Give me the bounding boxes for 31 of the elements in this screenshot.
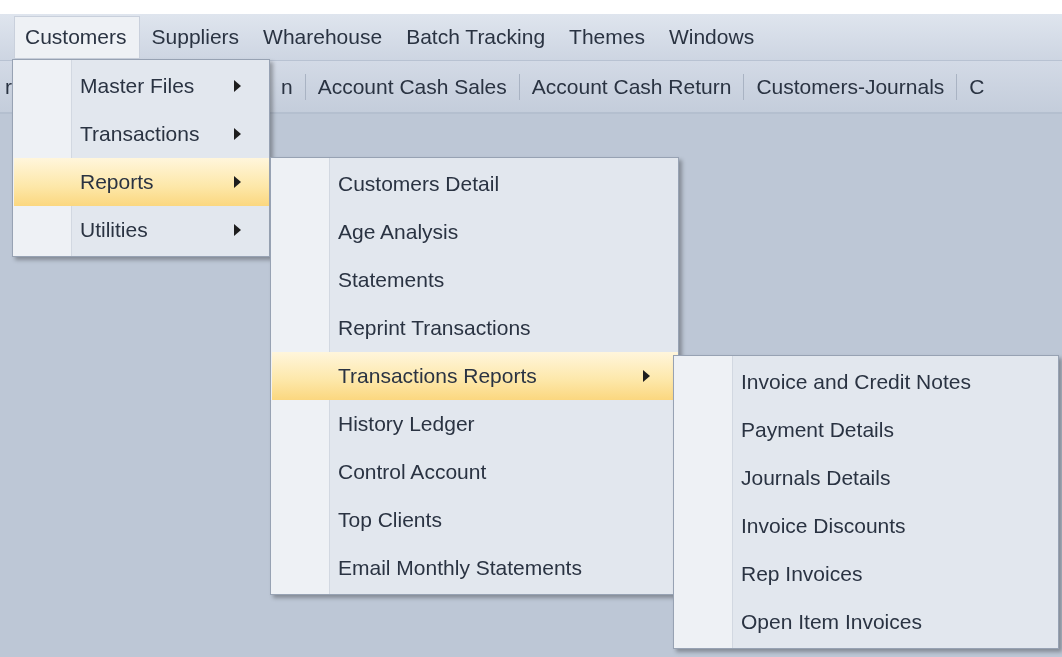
menu-item[interactable]: Customers Detail	[272, 160, 678, 208]
menu-bar-item[interactable]: Batch Tracking	[396, 16, 558, 58]
toolbar-button[interactable]: C	[957, 74, 997, 99]
menu-item[interactable]: Transactions Reports	[272, 352, 678, 400]
menu-item[interactable]: Payment Details	[675, 406, 1058, 454]
submenu-arrow-icon	[234, 80, 241, 92]
menu-item[interactable]: Invoice and Credit Notes	[675, 358, 1058, 406]
menu-bar-item[interactable]: Customers	[14, 15, 140, 59]
menu-item[interactable]: Journals Details	[675, 454, 1058, 502]
submenu-arrow-icon	[643, 370, 650, 382]
menu-item[interactable]: Reprint Transactions	[272, 304, 678, 352]
menu-bar-item[interactable]: Themes	[559, 16, 657, 58]
menu-item[interactable]: Open Item Invoices	[675, 598, 1058, 646]
menu-item[interactable]: Utilities	[14, 206, 269, 254]
menu-bar-item[interactable]: Wharehouse	[253, 16, 395, 58]
submenu-arrow-icon	[234, 176, 241, 188]
toolbar-button[interactable]: Account Cash Sales	[305, 74, 519, 99]
menu-item[interactable]: Master Files	[14, 62, 269, 110]
menu-item[interactable]: Statements	[272, 256, 678, 304]
menu-bar-item[interactable]: Suppliers	[141, 16, 252, 58]
toolbar-button[interactable]: Customers-Journals	[744, 74, 957, 99]
menu-item[interactable]: Age Analysis	[272, 208, 678, 256]
menu-item[interactable]: Transactions	[14, 110, 269, 158]
menu-item[interactable]: Rep Invoices	[675, 550, 1058, 598]
toolbar-button[interactable]: n	[269, 74, 305, 99]
menu-bar-item[interactable]: Windows	[658, 16, 767, 58]
toolbar-button[interactable]: Account Cash Return	[519, 74, 744, 99]
submenu-arrow-icon	[234, 224, 241, 236]
menu-item[interactable]: Invoice Discounts	[675, 502, 1058, 550]
submenu-arrow-icon	[234, 128, 241, 140]
menu-item[interactable]: Reports	[14, 158, 269, 206]
